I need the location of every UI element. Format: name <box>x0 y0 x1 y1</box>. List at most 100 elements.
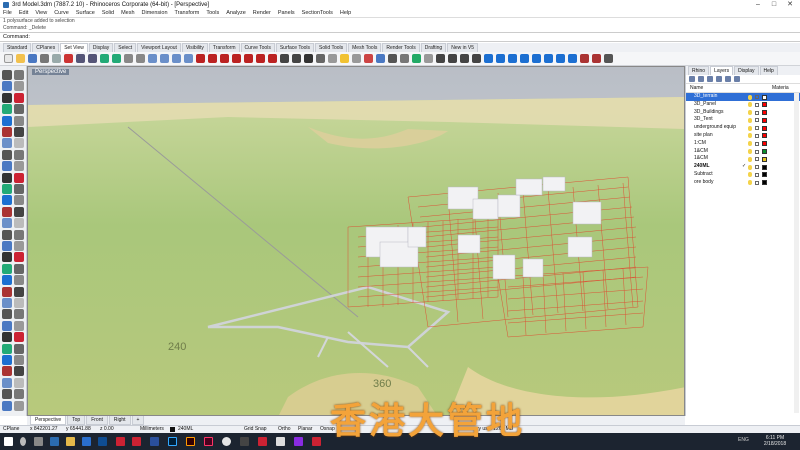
indesign-icon[interactable] <box>204 437 213 446</box>
tool-palette-icon[interactable] <box>14 377 24 388</box>
layer-lock-icon[interactable] <box>755 102 759 107</box>
layer-row[interactable]: 3D_Tent <box>686 116 800 124</box>
tab-drafting[interactable]: Drafting <box>420 43 447 52</box>
offset-icon[interactable] <box>568 54 577 63</box>
illustrator-icon[interactable] <box>186 437 195 446</box>
rotate-view-icon[interactable] <box>136 54 145 63</box>
new-sublayer-icon[interactable] <box>698 76 704 82</box>
tool-palette-icon[interactable] <box>2 138 12 149</box>
layer-visible-icon[interactable] <box>748 164 752 170</box>
object-properties-icon[interactable] <box>364 54 373 63</box>
tool-palette-icon[interactable] <box>2 355 12 365</box>
redo-icon[interactable] <box>112 54 121 63</box>
layer-color-swatch[interactable] <box>762 149 767 155</box>
minimize-button[interactable]: – <box>752 0 764 9</box>
menu-analyze[interactable]: Analyze <box>226 10 246 16</box>
tool-palette-icon[interactable] <box>14 70 24 80</box>
menu-tools[interactable]: Tools <box>206 10 219 16</box>
panel-tab-help[interactable]: Help <box>759 66 778 75</box>
tab-visibility[interactable]: Visibility <box>181 43 208 52</box>
xray-icon[interactable] <box>328 54 337 63</box>
gumball-icon[interactable] <box>580 54 589 63</box>
tool-palette-icon[interactable] <box>14 252 24 263</box>
layer-lock-icon[interactable] <box>755 95 759 99</box>
layer-color-swatch[interactable] <box>762 141 767 147</box>
status-layer[interactable]: 240ML <box>178 426 193 433</box>
boolean-icon[interactable] <box>484 54 493 63</box>
layer-color-swatch[interactable] <box>762 117 767 123</box>
layer-visible-icon[interactable] <box>748 102 752 108</box>
photoshop-icon[interactable] <box>168 437 177 446</box>
tool-palette-icon[interactable] <box>14 275 24 286</box>
status-ortho[interactable]: Ortho <box>278 426 291 433</box>
layer-color-swatch[interactable] <box>762 94 767 100</box>
tool-palette-icon[interactable] <box>2 241 12 251</box>
layer-color-swatch[interactable] <box>762 110 767 116</box>
help-icon[interactable] <box>412 54 421 63</box>
tool-palette-icon[interactable] <box>2 115 12 126</box>
tab-render-tools[interactable]: Render Tools <box>382 43 420 52</box>
file-explorer-icon[interactable] <box>66 437 75 446</box>
rendered-icon[interactable] <box>304 54 313 63</box>
layer-row[interactable]: Subtract <box>686 171 800 179</box>
tool-palette-icon[interactable] <box>14 229 24 240</box>
tool-palette-icon[interactable] <box>2 149 12 160</box>
tool-palette-icon[interactable] <box>2 309 12 320</box>
panel-tab-layers[interactable]: Layers <box>710 66 734 75</box>
more-tools-icon[interactable] <box>604 54 613 63</box>
tab-cplanes[interactable]: CPlanes <box>32 43 60 52</box>
tool-palette-icon[interactable] <box>14 92 24 103</box>
tab-right[interactable]: Right <box>108 416 131 425</box>
chrome-icon[interactable] <box>222 437 231 446</box>
pan-icon[interactable] <box>124 54 133 63</box>
layer-lock-icon[interactable] <box>755 118 759 123</box>
tool-palette-icon[interactable] <box>2 343 12 354</box>
word-icon[interactable] <box>150 437 159 446</box>
open-folder-icon[interactable] <box>16 54 25 63</box>
record-history-icon[interactable] <box>592 54 601 63</box>
paste-icon[interactable] <box>88 54 97 63</box>
rhino-taskbar-icon[interactable] <box>240 437 249 446</box>
move-down-icon[interactable] <box>725 76 731 82</box>
status-grid-snap[interactable]: Grid Snap <box>244 426 267 433</box>
tab-viewport-layout[interactable]: Viewport Layout <box>137 43 181 52</box>
top-view-icon[interactable] <box>208 54 217 63</box>
tab-set-view[interactable]: Set View <box>60 43 88 52</box>
layer-lock-icon[interactable] <box>755 149 759 154</box>
layer-row[interactable]: 3D_terrain <box>686 93 800 101</box>
tool-palette-icon[interactable] <box>2 275 12 286</box>
tool-palette-icon[interactable] <box>2 161 12 172</box>
layer-color-swatch[interactable] <box>762 180 767 186</box>
close-button[interactable]: ✕ <box>784 0 796 9</box>
layer-lock-icon[interactable] <box>755 172 759 177</box>
perspective-view-icon[interactable] <box>244 54 253 63</box>
tool-palette-icon[interactable] <box>2 377 12 388</box>
tool-palette-icon[interactable] <box>14 161 24 172</box>
app-icon[interactable] <box>258 437 267 446</box>
new-file-icon[interactable] <box>4 54 13 63</box>
tab-display[interactable]: Display <box>88 43 114 52</box>
tool-palette-icon[interactable] <box>2 389 12 400</box>
layer-visible-icon[interactable] <box>748 94 752 100</box>
tool-palette-icon[interactable] <box>14 184 24 194</box>
tool-palette-icon[interactable] <box>2 195 12 206</box>
status-planar[interactable]: Planar <box>298 426 312 433</box>
unlock-icon[interactable] <box>472 54 481 63</box>
materials-icon[interactable] <box>400 54 409 63</box>
tool-palette-icon[interactable] <box>2 298 12 308</box>
layer-row[interactable]: underground equip <box>686 124 800 132</box>
tool-palette-icon[interactable] <box>2 81 12 92</box>
task-view-icon[interactable] <box>34 437 43 446</box>
tool-palette-icon[interactable] <box>14 104 24 115</box>
tool-palette-icon[interactable] <box>2 206 12 217</box>
command-prompt[interactable]: Command: <box>0 32 800 42</box>
new-layer-icon[interactable] <box>689 76 695 82</box>
tray-lang[interactable]: ENG <box>738 437 749 443</box>
layer-lock-icon[interactable] <box>755 141 759 146</box>
render-icon[interactable] <box>388 54 397 63</box>
tool-palette-icon[interactable] <box>14 241 24 251</box>
layer-lock-icon[interactable] <box>755 110 759 115</box>
explode-icon[interactable] <box>496 54 505 63</box>
menu-dimension[interactable]: Dimension <box>142 10 168 16</box>
tool-palette-icon[interactable] <box>2 184 12 194</box>
